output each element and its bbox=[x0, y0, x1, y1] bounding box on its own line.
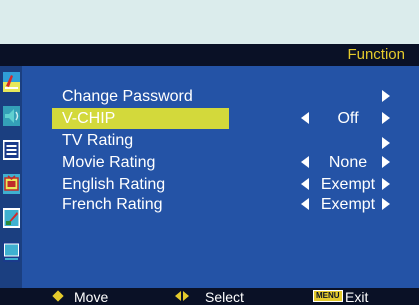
menu-item-value: None bbox=[328, 154, 368, 171]
right-arrow-icon[interactable] bbox=[382, 178, 390, 190]
menu-key-icon: MENU bbox=[313, 290, 343, 302]
right-arrow-icon[interactable] bbox=[382, 90, 390, 102]
osd-menu: Function Change Password V-CHIP Off TV R… bbox=[0, 44, 419, 305]
picture-icon[interactable] bbox=[3, 72, 20, 92]
left-arrow-icon[interactable] bbox=[301, 112, 309, 124]
menu-row-tv-rating[interactable]: TV Rating bbox=[52, 130, 407, 151]
sound-icon[interactable] bbox=[3, 106, 20, 126]
screen-icon[interactable] bbox=[3, 242, 20, 262]
left-arrow-icon[interactable] bbox=[301, 156, 309, 168]
right-arrow-icon[interactable] bbox=[382, 112, 390, 124]
function-menu: Change Password V-CHIP Off TV Rating Mov… bbox=[22, 66, 419, 288]
menu-row-english-rating[interactable]: English Rating Exempt bbox=[52, 174, 407, 195]
sidebar bbox=[0, 66, 22, 288]
function-icon[interactable] bbox=[3, 174, 20, 194]
menu-row-movie-rating[interactable]: Movie Rating None bbox=[52, 152, 407, 173]
menu-item-label: Movie Rating bbox=[62, 154, 156, 171]
hint-exit-label: Exit bbox=[345, 289, 369, 305]
menu-row-v-chip[interactable]: V-CHIP Off bbox=[52, 108, 407, 129]
menu-row-french-rating[interactable]: French Rating Exempt bbox=[52, 194, 407, 215]
menu-item-label: V-CHIP bbox=[62, 110, 116, 127]
channel-icon[interactable] bbox=[3, 140, 20, 160]
menu-item-label: TV Rating bbox=[62, 132, 134, 149]
title-bar: Function bbox=[0, 44, 419, 66]
hint-move-label: Move bbox=[74, 289, 109, 305]
menu-item-value: Off bbox=[337, 110, 359, 127]
menu-item-value: Exempt bbox=[320, 176, 376, 193]
left-arrow-icon[interactable] bbox=[301, 198, 309, 210]
right-arrow-icon[interactable] bbox=[382, 198, 390, 210]
menu-item-label: Change Password bbox=[62, 88, 193, 105]
menu-item-label: French Rating bbox=[62, 196, 163, 213]
menu-item-label: English Rating bbox=[62, 176, 166, 193]
right-arrow-icon[interactable] bbox=[382, 137, 390, 149]
footer-hint-bar: Move Select MENU Exit bbox=[0, 288, 419, 305]
setup-icon[interactable] bbox=[3, 208, 20, 228]
move-diamond-icon bbox=[52, 290, 64, 302]
menu-row-change-password[interactable]: Change Password bbox=[52, 86, 407, 107]
right-arrow-icon[interactable] bbox=[382, 156, 390, 168]
menu-title: Function bbox=[347, 46, 405, 63]
menu-item-value: Exempt bbox=[320, 196, 376, 213]
left-arrow-icon[interactable] bbox=[301, 178, 309, 190]
hint-select-label: Select bbox=[205, 289, 244, 305]
